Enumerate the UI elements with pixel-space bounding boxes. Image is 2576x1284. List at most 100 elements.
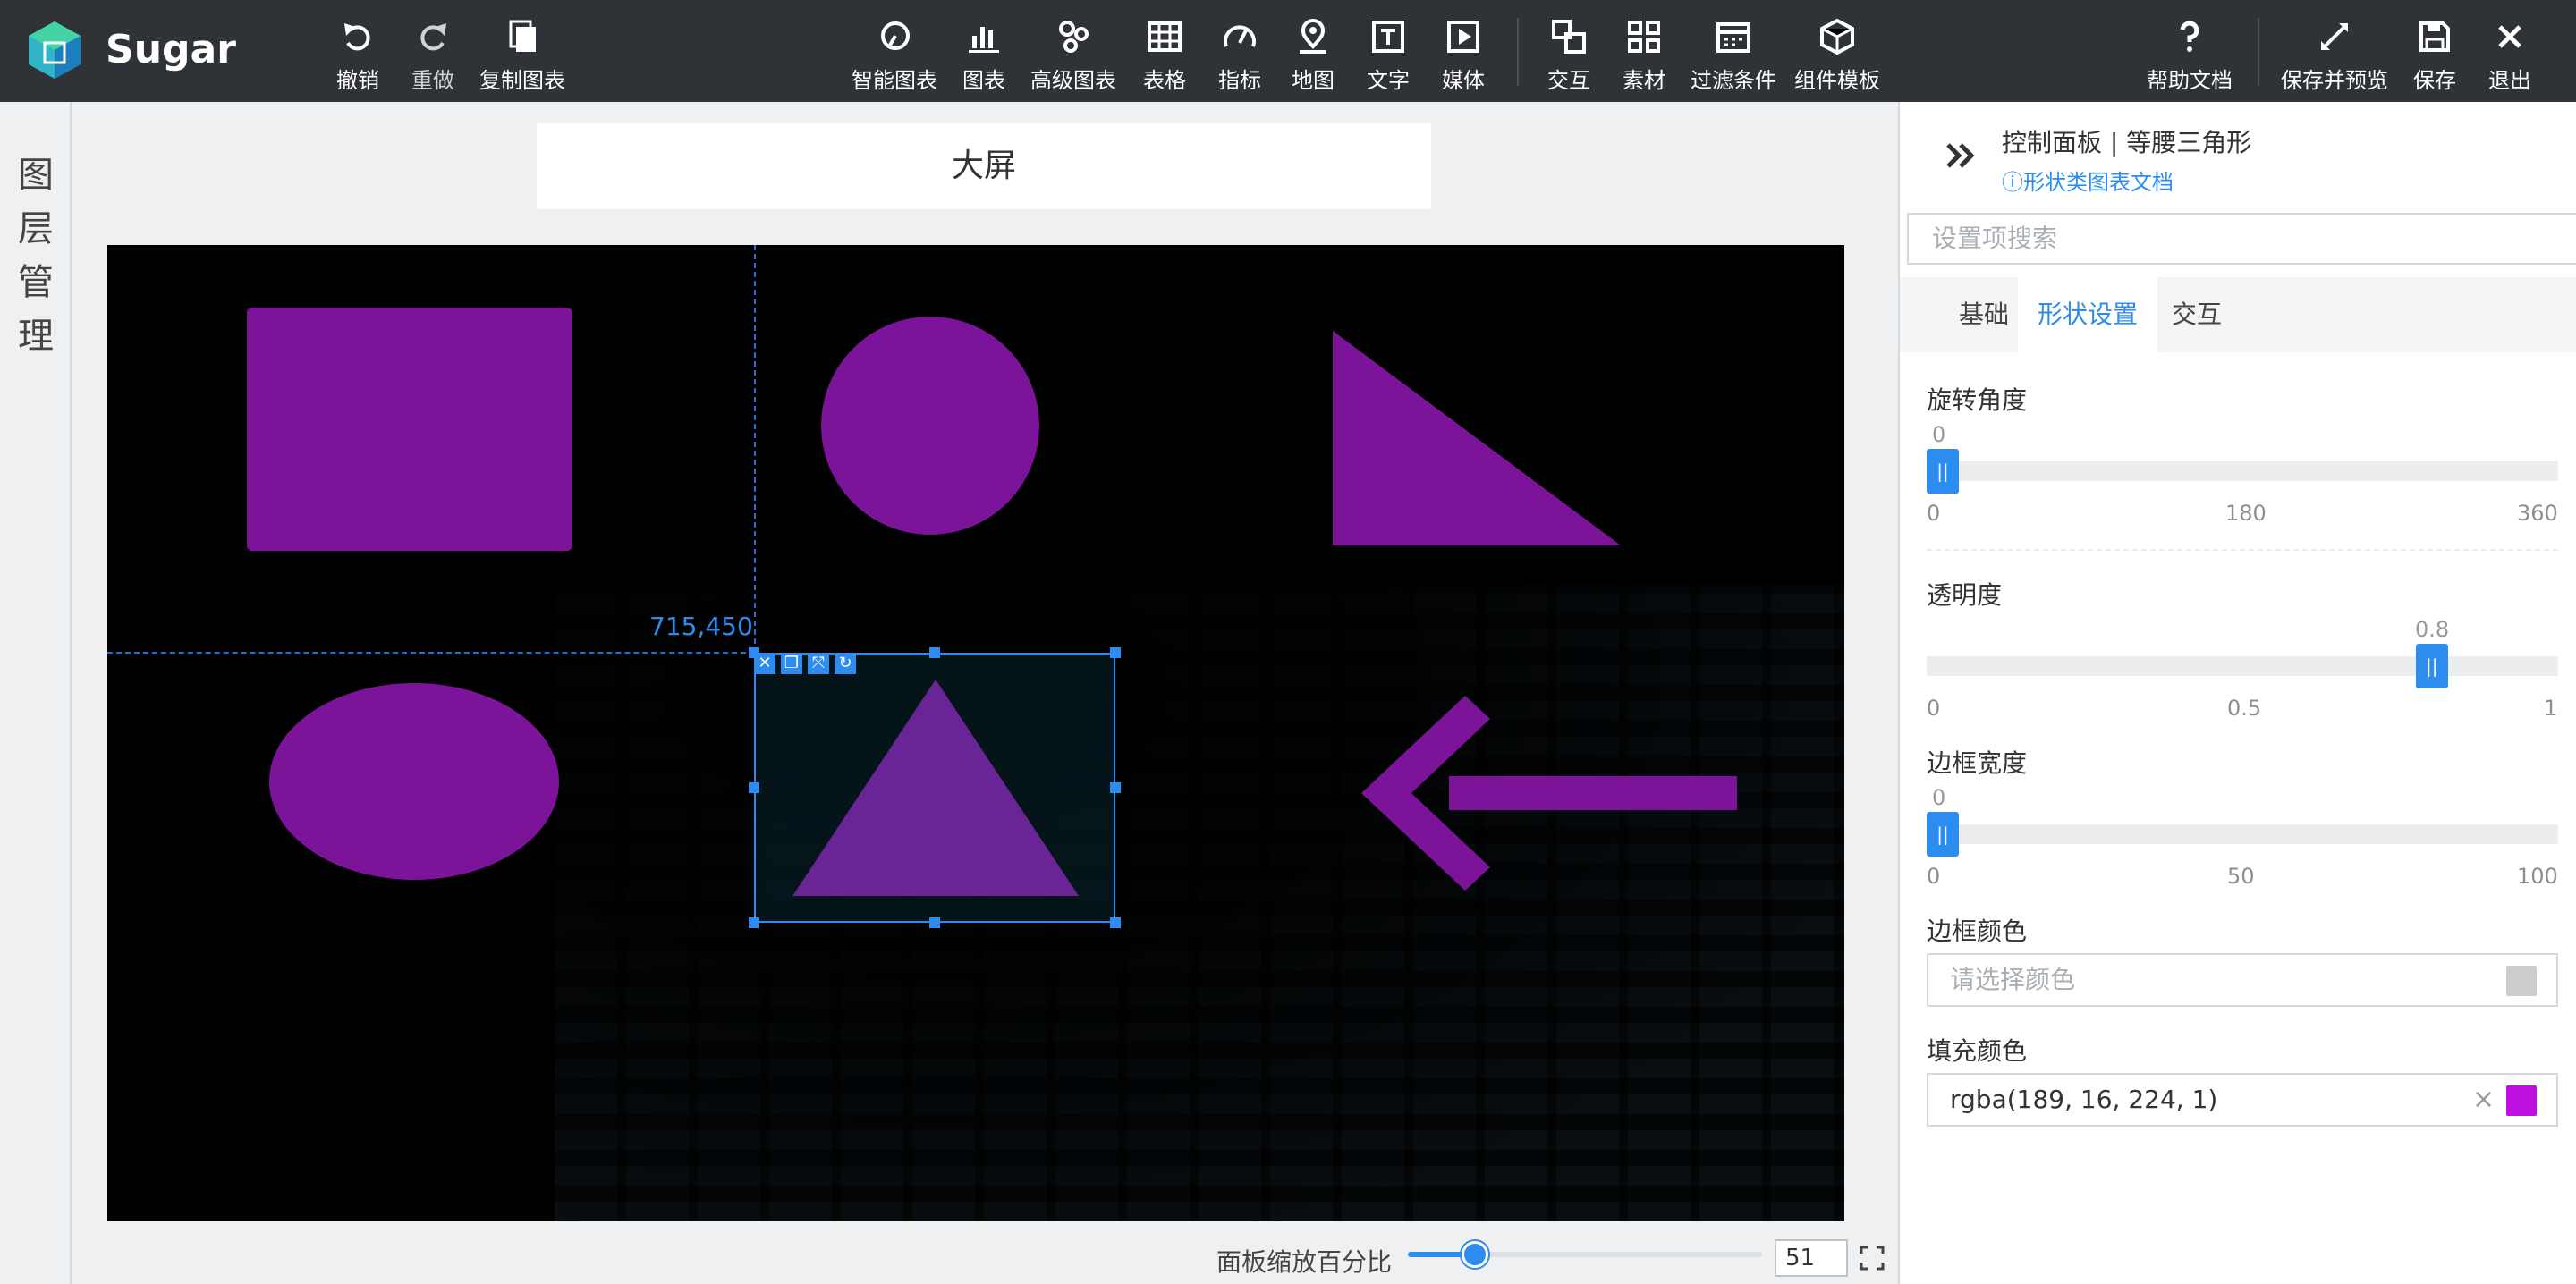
save-button[interactable]: 保存 (2413, 16, 2456, 94)
smart-chart-button[interactable]: 智能图表 (852, 16, 937, 94)
fill-color-input[interactable]: rgba(189, 16, 224, 1) × (1927, 1073, 2558, 1127)
undo-icon (344, 23, 370, 51)
selection-box[interactable] (754, 653, 1115, 923)
rotation-tick-mid: 180 (2225, 501, 2267, 526)
opacity-value: 0.8 (2415, 617, 2450, 642)
exit-label: 退出 (2488, 68, 2531, 93)
filter-icon (1716, 22, 1750, 53)
map-label: 地图 (1292, 68, 1335, 93)
undo-label: 撤销 (336, 68, 379, 93)
delete-shape-icon[interactable]: ✕ (754, 653, 775, 674)
filter-button[interactable]: 过滤条件 (1690, 16, 1776, 94)
template-label: 组件模板 (1794, 68, 1880, 93)
border-color-label: 边框颜色 (1927, 917, 2028, 946)
refresh-shape-icon[interactable]: ↻ (835, 653, 856, 674)
resize-handle-top[interactable] (929, 647, 940, 658)
smart-chart-label: 智能图表 (852, 68, 937, 93)
interaction-button[interactable]: 交互 (1547, 16, 1590, 94)
save-preview-button[interactable]: 保存并预览 (2281, 16, 2388, 94)
shape-rectangle[interactable] (247, 308, 572, 551)
settings-search-input[interactable]: 设置项搜索 (1907, 213, 2576, 265)
copy-icon (509, 20, 536, 52)
save-preview-label: 保存并预览 (2281, 68, 2388, 93)
indicator-button[interactable]: 指标 (1218, 16, 1261, 94)
opacity-label: 透明度 (1927, 580, 2003, 610)
opacity-slider-thumb[interactable]: || (2415, 644, 2448, 688)
map-button[interactable]: 地图 (1292, 16, 1335, 94)
undo-button[interactable]: 撤销 (336, 16, 379, 94)
text-label: 文字 (1367, 68, 1410, 93)
shape-ellipse[interactable] (269, 683, 559, 880)
resize-handle-top-right[interactable] (1110, 647, 1121, 658)
table-label: 表格 (1143, 68, 1186, 93)
help-icon (2180, 21, 2199, 52)
media-button[interactable]: 媒体 (1442, 16, 1485, 94)
text-button[interactable]: 文字 (1367, 16, 1410, 94)
help-doc-button[interactable]: 帮助文档 (2147, 16, 2233, 94)
resize-handle-bottom-right[interactable] (1110, 917, 1121, 928)
media-icon (1447, 21, 1479, 53)
position-readout: 715,450 (649, 612, 753, 641)
help-doc-label: 帮助文档 (2147, 68, 2233, 93)
advanced-chart-button[interactable]: 高级图表 (1030, 16, 1116, 94)
border-width-slider[interactable]: || (1927, 812, 2558, 857)
redo-icon (420, 23, 446, 51)
fill-color-value: rgba(189, 16, 224, 1) (1950, 1085, 2218, 1114)
fill-color-label: 填充颜色 (1927, 1036, 2028, 1066)
toolbar-divider (1517, 18, 1519, 86)
border-width-tick-mid: 50 (2227, 864, 2255, 889)
resize-handle-bottom[interactable] (929, 917, 940, 928)
shape-doc-link[interactable]: ⓘ形状类图表文档 (2002, 165, 2174, 196)
rotation-slider[interactable]: || (1927, 449, 2558, 494)
layer-management-label[interactable]: 图层管理 (16, 148, 55, 363)
shape-circle[interactable] (821, 317, 1039, 535)
resize-handle-left[interactable] (749, 782, 759, 793)
layer-management-rail[interactable]: 图层管理 (0, 102, 72, 1284)
resize-handle-right[interactable] (1110, 782, 1121, 793)
exit-button[interactable]: 退出 (2488, 16, 2531, 94)
material-button[interactable]: 素材 (1623, 16, 1665, 94)
border-color-input[interactable]: 请选择颜色 (1927, 953, 2558, 1007)
table-button[interactable]: 表格 (1143, 16, 1186, 94)
fit-shape-icon[interactable]: ⤧ (808, 653, 829, 674)
rotation-slider-thumb[interactable]: || (1927, 449, 1959, 494)
copy-chart-button[interactable]: 复制图表 (479, 16, 565, 94)
fill-color-swatch[interactable] (2506, 1085, 2537, 1116)
tab-basic[interactable]: 基础 (1939, 277, 2029, 352)
clear-color-icon[interactable]: × (2472, 1075, 2495, 1125)
gauge-icon (1224, 25, 1256, 47)
indicator-label: 指标 (1218, 68, 1261, 93)
zoom-slider[interactable] (1408, 1241, 1762, 1268)
fullscreen-icon[interactable] (1859, 1245, 1885, 1271)
screen-title[interactable]: 大屏 (537, 123, 1431, 209)
template-button[interactable]: 组件模板 (1794, 16, 1880, 94)
opacity-tick-mid: 0.5 (2227, 696, 2262, 721)
chart-button[interactable]: 图表 (962, 16, 1005, 94)
border-width-label: 边框宽度 (1927, 748, 2028, 778)
toolbar-divider (2258, 18, 2259, 86)
alignment-guide-horizontal (107, 652, 755, 654)
material-icon (1628, 21, 1660, 53)
border-color-placeholder: 请选择颜色 (1950, 965, 2076, 994)
border-width-slider-thumb[interactable]: || (1927, 812, 1959, 857)
border-width-tick-min: 0 (1927, 864, 1941, 889)
collapse-panel-icon[interactable] (1939, 134, 1982, 177)
border-color-swatch[interactable] (2506, 966, 2537, 996)
chart-label: 图表 (962, 68, 1005, 93)
rotation-tick-max: 360 (2517, 501, 2558, 526)
shape-arrow-group[interactable] (1361, 696, 1737, 891)
bar-chart-icon (969, 27, 999, 53)
resize-handle-bottom-left[interactable] (749, 917, 759, 928)
shape-right-triangle[interactable] (1333, 331, 1621, 545)
redo-button[interactable]: 重做 (411, 16, 454, 94)
template-icon (1820, 18, 1854, 55)
tab-shape-settings[interactable]: 形状设置 (2018, 277, 2158, 352)
opacity-slider[interactable]: || (1927, 644, 2558, 688)
sugar-logo-icon (29, 21, 80, 79)
rotation-tick-min: 0 (1927, 501, 1941, 526)
zoom-input[interactable]: 51 (1775, 1239, 1848, 1277)
tab-interaction[interactable]: 交互 (2152, 277, 2241, 352)
duplicate-shape-icon[interactable]: ❐ (781, 653, 802, 674)
interaction-label: 交互 (1547, 68, 1590, 93)
filter-label: 过滤条件 (1690, 68, 1776, 93)
